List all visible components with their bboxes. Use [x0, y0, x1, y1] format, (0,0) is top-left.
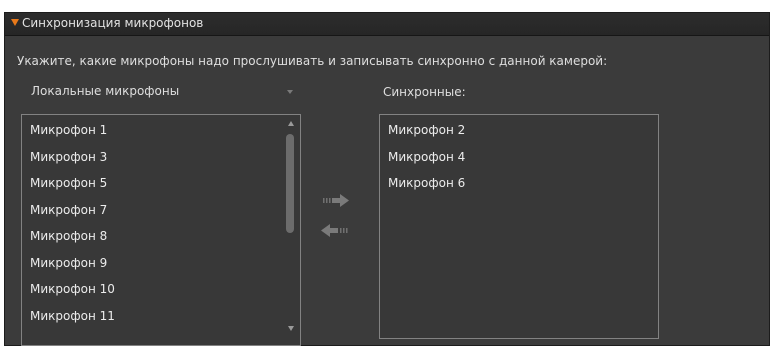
dropdown-selected-value: Локальные микрофоны: [31, 84, 180, 98]
move-to-local-button[interactable]: [317, 221, 351, 241]
arrow-left-icon: [321, 224, 348, 237]
chevron-down-icon: [287, 90, 293, 94]
local-microphones-dropdown[interactable]: Локальные микрофоны: [21, 84, 301, 104]
list-item[interactable]: Микрофон 6: [388, 176, 465, 190]
chevron-up-icon[interactable]: [288, 121, 294, 126]
list-item[interactable]: Микрофон 11: [30, 309, 115, 323]
move-to-sync-button[interactable]: [321, 191, 355, 211]
list-item[interactable]: Микрофон 9: [30, 256, 107, 270]
panel-title: Синхронизация микрофонов: [22, 16, 204, 30]
scrollbar-thumb[interactable]: [286, 134, 294, 233]
local-microphones-list[interactable]: Микрофон 1 Микрофон 3 Микрофон 5 Микрофо…: [21, 114, 301, 346]
chevron-down-icon[interactable]: [288, 326, 294, 331]
list-item[interactable]: Микрофон 2: [388, 123, 465, 137]
list-scrollbar[interactable]: [285, 118, 297, 342]
panel-header[interactable]: Синхронизация микрофонов: [5, 13, 769, 36]
list-item[interactable]: Микрофон 4: [388, 150, 465, 164]
list-item[interactable]: Микрофон 7: [30, 203, 107, 217]
instruction-text: Укажите, какие микрофоны надо прослушива…: [17, 54, 608, 68]
list-item[interactable]: Микрофон 10: [30, 282, 115, 296]
list-item[interactable]: Микрофон 1: [30, 123, 107, 137]
sync-list-title: Синхронные:: [383, 85, 466, 99]
sync-microphones-list[interactable]: Микрофон 2 Микрофон 4 Микрофон 6: [379, 114, 659, 339]
list-item[interactable]: Микрофон 5: [30, 176, 107, 190]
list-item[interactable]: Микрофон 3: [30, 150, 107, 164]
arrow-right-icon: [323, 194, 349, 207]
triangle-down-icon[interactable]: [11, 19, 19, 26]
list-item[interactable]: Микрофон 8: [30, 229, 107, 243]
